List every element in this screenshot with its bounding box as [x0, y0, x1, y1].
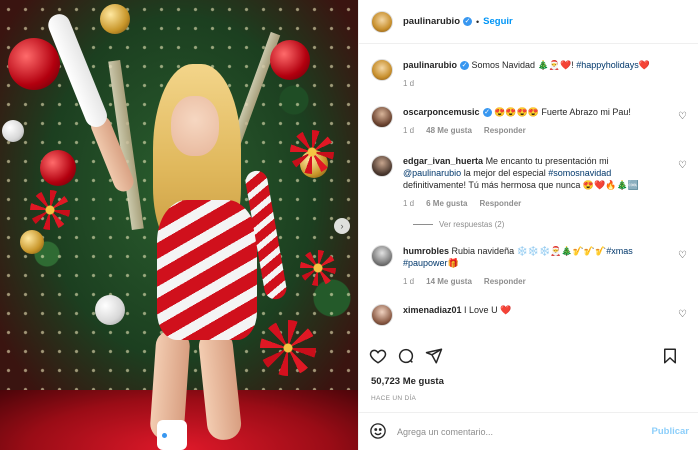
ornament	[20, 230, 44, 254]
reply-button[interactable]: Responder	[484, 125, 526, 137]
author-username[interactable]: paulinarubio	[403, 16, 460, 27]
post-details-panel: paulinarubio ✓ • Seguir paulinarubio ✓ So…	[358, 0, 698, 450]
post-timestamp: HACE UN DÍA	[371, 395, 417, 402]
avatar[interactable]	[371, 155, 393, 177]
post-header: paulinarubio ✓ • Seguir	[359, 0, 698, 44]
comment-likes[interactable]: 6 Me gusta	[426, 198, 467, 210]
comment-time: 1 d	[403, 277, 415, 286]
comment-username[interactable]: ximenadiaz01	[403, 305, 462, 315]
comment-username[interactable]: edgar_ivan_huerta	[403, 156, 483, 166]
comments-list[interactable]: paulinarubio ✓ Somos Navidad 🎄🎅❤️! #happy…	[359, 44, 698, 340]
poinsettia	[30, 190, 70, 230]
verified-badge-icon: ✓	[463, 17, 472, 26]
caption-time: 1 d	[403, 79, 415, 88]
heart-icon[interactable]: ♡	[678, 111, 687, 122]
mention-link[interactable]: @paulinarubio	[403, 168, 461, 178]
comment-item: edgar_ivan_huerta Me encanto tu presenta…	[371, 155, 687, 210]
comment-text: definitivamente! Tú más hermosa que nunc…	[403, 180, 639, 190]
verified-badge-icon: ✓	[460, 61, 469, 71]
bookmark-icon[interactable]	[661, 347, 679, 365]
reply-button[interactable]: Responder	[479, 198, 521, 210]
post-image[interactable]: ›	[0, 0, 358, 450]
hashtag-link[interactable]: #happyholidays	[576, 60, 639, 70]
comment-username[interactable]: humrobles	[403, 246, 449, 256]
ornament	[2, 120, 24, 142]
action-bar	[359, 342, 698, 370]
comment-text: I Love U ❤️	[464, 305, 512, 315]
separator: •	[476, 16, 480, 27]
comment-time: 1 d	[403, 126, 415, 135]
avatar[interactable]	[371, 245, 393, 267]
publish-button[interactable]: Publicar	[652, 426, 690, 437]
chevron-right-icon[interactable]: ›	[334, 218, 350, 234]
comment-item: ximenadiaz01 I Love U ❤️ ♡	[371, 304, 687, 326]
avatar[interactable]	[371, 10, 393, 33]
caption-username[interactable]: paulinarubio	[403, 60, 457, 70]
verified-badge-icon: ✓	[482, 108, 492, 118]
avatar[interactable]	[371, 304, 393, 326]
hashtag-link[interactable]: #xmas	[606, 246, 633, 256]
smiley-icon[interactable]	[369, 422, 387, 442]
heart-icon[interactable]: ♡	[678, 250, 687, 261]
comment-likes[interactable]: 48 Me gusta	[426, 125, 472, 137]
comment-item: humrobles Rubia navideña ❄️❄️❄️🎅🎄🎷🎷🎷#xma…	[371, 245, 687, 288]
heart-icon[interactable]: ♡	[678, 160, 687, 171]
comment-icon[interactable]	[397, 347, 415, 365]
view-replies-button[interactable]: Ver respuestas (2)	[413, 220, 687, 229]
caption: paulinarubio ✓ Somos Navidad 🎄🎅❤️! #happy…	[371, 59, 687, 90]
heart-icon[interactable]	[369, 347, 387, 365]
comment-item: oscarponcemusic ✓ 😍😍😍😍 Fuerte Abrazo mi P…	[371, 106, 687, 137]
carousel-indicator	[162, 433, 176, 438]
comment-username[interactable]: oscarponcemusic	[403, 107, 480, 117]
avatar[interactable]	[371, 59, 393, 81]
comment-composer: Publicar	[359, 412, 698, 450]
comment-time: 1 d	[403, 199, 415, 208]
caption-emoji: ❤️	[638, 60, 650, 70]
ornament	[40, 150, 76, 186]
hashtag-link[interactable]: #paupower	[403, 258, 448, 268]
woman-in-candy-cane-costume	[44, 0, 315, 450]
reply-button[interactable]: Responder	[484, 276, 526, 288]
follow-button[interactable]: Seguir	[483, 16, 513, 27]
comment-input[interactable]	[397, 426, 652, 437]
comment-text: Rubia navideña ❄️❄️❄️🎅🎄🎷🎷🎷	[451, 246, 607, 256]
paper-plane-icon[interactable]	[425, 347, 443, 365]
carousel-dot-active	[162, 433, 167, 438]
hashtag-link[interactable]: #somosnavidad	[548, 168, 611, 178]
comment-emoji: 🎁	[447, 258, 459, 268]
heart-icon[interactable]: ♡	[678, 309, 687, 320]
avatar[interactable]	[371, 106, 393, 128]
comment-text: la mejor del especial	[463, 168, 546, 178]
like-count[interactable]: 50,723 Me gusta	[371, 376, 444, 387]
caption-text: Somos Navidad 🎄🎅❤️!	[471, 60, 574, 70]
comment-text: Me encanto tu presentación mi	[485, 156, 609, 166]
comment-likes[interactable]: 14 Me gusta	[426, 276, 472, 288]
carousel-dot	[171, 433, 176, 438]
instagram-post: › paulinarubio ✓ • Seguir paulinarubio ✓ …	[0, 0, 698, 450]
comment-text: 😍😍😍😍 Fuerte Abrazo mi Pau!	[494, 107, 631, 117]
